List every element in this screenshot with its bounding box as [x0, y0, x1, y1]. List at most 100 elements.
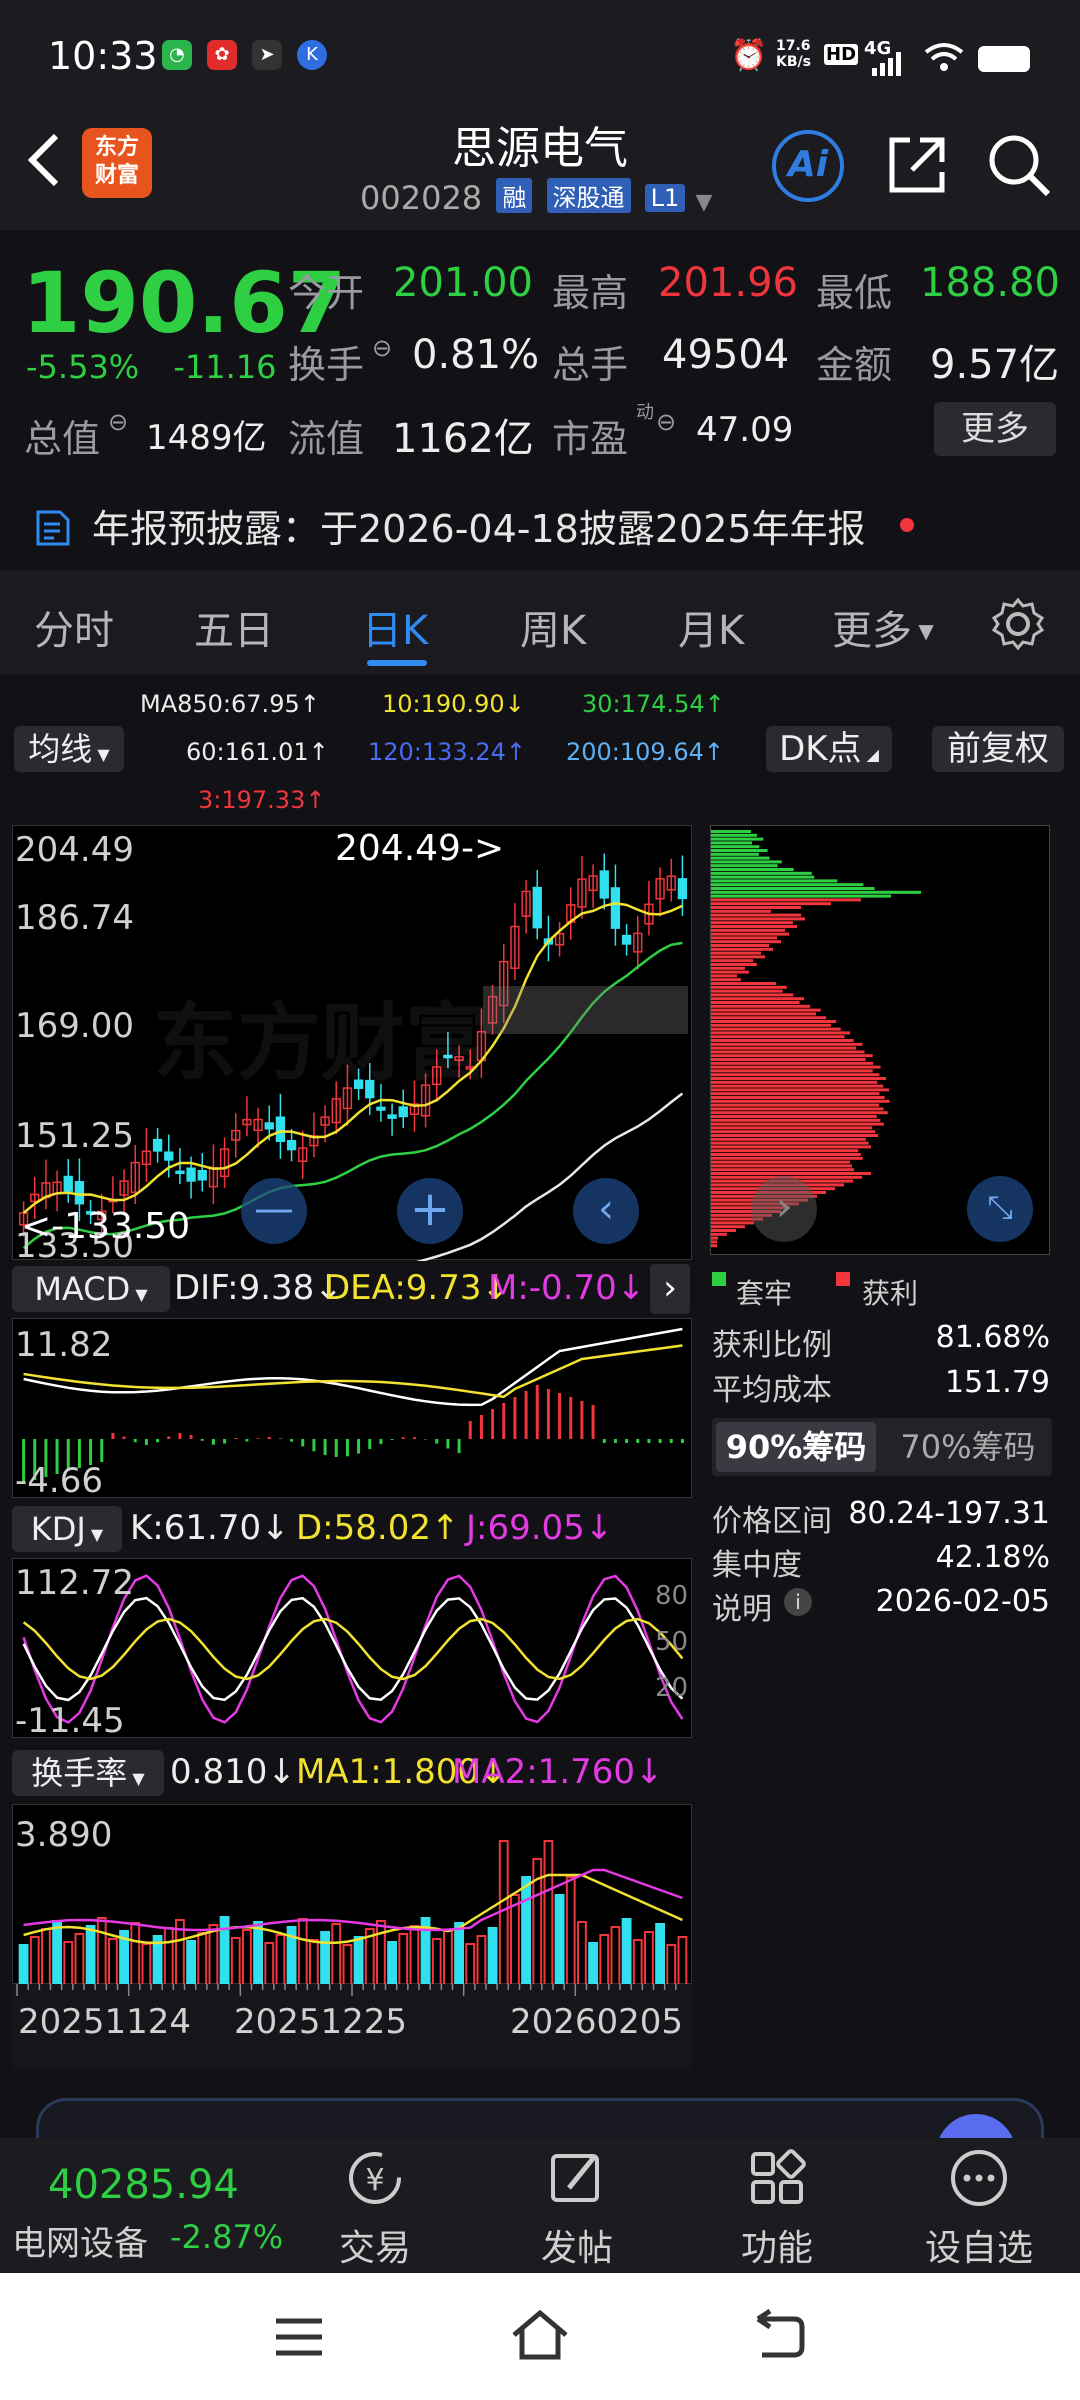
- turnover-bar: [74, 1933, 85, 1985]
- ai-button[interactable]: Ai: [772, 130, 844, 202]
- tab-monthly-k[interactable]: 月K: [678, 598, 744, 656]
- kline-chart[interactable]: 东方财富 204.49 186.74 169.00 151.25 133.50 …: [12, 825, 692, 1266]
- post-button[interactable]: 发帖: [512, 2146, 642, 2271]
- ma-select[interactable]: 均线 ▼: [14, 726, 124, 772]
- chip-profit-ratio-label: 获利比例: [712, 1328, 832, 1363]
- tag-connect: 深股通: [546, 178, 631, 213]
- candle-body: [197, 1169, 207, 1181]
- mktcap-info-icon[interactable]: ⊖: [108, 408, 128, 436]
- chip-bar: [711, 883, 864, 887]
- battery-icon: [978, 46, 1030, 72]
- active-tab-indicator: [367, 660, 427, 666]
- edit-icon: [551, 2154, 599, 2202]
- turnover-value-ind: 0.810↓: [170, 1752, 296, 1792]
- tab-intraday[interactable]: 分时: [34, 598, 114, 656]
- chip-bar: [711, 845, 760, 849]
- chip-bar: [711, 1160, 850, 1164]
- gift-notification-icon: ✿: [207, 40, 237, 70]
- turnover-bar: [510, 1894, 520, 1985]
- indicator-expand-button[interactable]: ›: [650, 1264, 690, 1314]
- chip-bar: [711, 1027, 841, 1031]
- turnover-bar: [666, 1944, 677, 1985]
- price-cursor-band: [483, 986, 688, 1034]
- chip-bar: [711, 1016, 827, 1020]
- watermark: 东方财富: [153, 994, 490, 1092]
- tab-more[interactable]: 更多 ▼: [832, 598, 934, 656]
- chip-expand-button[interactable]: ⤡: [967, 1176, 1033, 1242]
- macd-dif-line: [23, 1327, 683, 1407]
- chip-bar: [711, 864, 778, 868]
- open-label: 今开: [288, 271, 365, 315]
- turnover-bar: [487, 1927, 498, 1985]
- chip-bar: [711, 1008, 821, 1012]
- macd-chart[interactable]: 11.82 -4.66: [12, 1318, 692, 1501]
- turnover-bar: [431, 1938, 442, 1985]
- status-time: 10:33: [48, 34, 158, 78]
- announcement-bar[interactable]: 年报预披露：于2026-04-18披露2025年年报: [0, 480, 1080, 570]
- sector-index-name[interactable]: 电网设备: [12, 2216, 148, 2265]
- turnover-bar: [208, 1924, 219, 1985]
- chip-bar: [711, 1240, 717, 1244]
- chip-bar: [711, 909, 771, 913]
- chip-bar: [711, 1149, 859, 1153]
- chip-bar: [711, 1111, 888, 1115]
- sector-index-value[interactable]: 40285.94: [48, 2162, 239, 2208]
- chip-bar: [711, 1236, 718, 1240]
- turnover-bar: [588, 1942, 598, 1985]
- dk-point-button[interactable]: DK点 ◢: [766, 726, 892, 772]
- zoom-out-button[interactable]: —: [241, 1178, 307, 1244]
- macd-select[interactable]: MACD ▼: [12, 1266, 170, 1312]
- turnover-value: 0.81%: [412, 332, 540, 378]
- chip-tab-group: 90%筹码 70%筹码: [712, 1418, 1052, 1476]
- chip-tab-90[interactable]: 90%筹码: [716, 1422, 876, 1472]
- turnover-bar: [644, 1931, 654, 1985]
- volume-label: 总手: [552, 343, 629, 387]
- scroll-left-button[interactable]: ‹: [573, 1178, 639, 1244]
- pe-info-icon[interactable]: ⊖: [656, 408, 676, 436]
- svg-text:¥: ¥: [365, 2163, 384, 2198]
- home-icon[interactable]: [508, 2307, 572, 2363]
- share-icon[interactable]: [884, 132, 950, 198]
- macd-svg: [22, 1327, 684, 1483]
- candle-body: [63, 1175, 73, 1192]
- back-nav-icon[interactable]: [752, 2309, 806, 2359]
- chip-bar: [711, 1050, 865, 1054]
- ma-select-label: 均线: [28, 730, 93, 768]
- zoom-in-button[interactable]: +: [397, 1178, 463, 1244]
- tab-weekly-k[interactable]: 周K: [520, 598, 586, 656]
- chip-bar: [711, 860, 782, 864]
- date-label-3: 20260205: [510, 2002, 684, 2042]
- menu-icon[interactable]: [274, 2315, 324, 2359]
- turnover-select[interactable]: 换手率 ▼: [12, 1750, 164, 1796]
- chip-tab-70[interactable]: 70%筹码: [890, 1422, 1046, 1472]
- more-quote-button[interactable]: 更多: [934, 402, 1056, 456]
- info-icon[interactable]: ⊖: [372, 334, 392, 362]
- chip-bar: [711, 868, 794, 871]
- pe-value: 47.09: [696, 410, 794, 450]
- search-icon[interactable]: [984, 130, 1054, 200]
- turnover-chart[interactable]: 3.890: [12, 1804, 692, 1985]
- chip-bar: [711, 1004, 811, 1008]
- adjust-button[interactable]: 前复权: [932, 726, 1064, 772]
- kdj-select[interactable]: KDJ ▼: [12, 1506, 122, 1552]
- tab-daily-k[interactable]: 日K: [362, 598, 428, 656]
- chip-bar: [711, 830, 751, 833]
- signal-icon: [872, 52, 901, 76]
- chip-bar: [711, 955, 765, 959]
- more-circle-icon: [951, 2150, 1007, 2206]
- chip-scroll-right-button[interactable]: ›: [751, 1176, 817, 1242]
- tab-five-day[interactable]: 五日: [194, 598, 274, 656]
- functions-button[interactable]: 功能: [712, 2146, 842, 2271]
- chip-bar: [711, 970, 749, 974]
- trade-button[interactable]: ¥ 交易: [310, 2146, 440, 2271]
- chip-bar: [711, 966, 745, 970]
- chip-info-icon[interactable]: i: [784, 1588, 812, 1616]
- kdj-y-top: 112.72: [15, 1563, 134, 1603]
- ma60-label: 60:161.01↑: [186, 738, 329, 766]
- kdj-chart[interactable]: 112.72 -11.45 80 50 20: [12, 1558, 692, 1741]
- dropdown-caret-icon[interactable]: ▼: [695, 190, 712, 215]
- add-watchlist-button[interactable]: 设自选: [914, 2146, 1044, 2271]
- sector-index-change: -2.87%: [170, 2218, 284, 2256]
- unread-dot: [900, 518, 914, 532]
- settings-gear-icon[interactable]: [990, 596, 1046, 652]
